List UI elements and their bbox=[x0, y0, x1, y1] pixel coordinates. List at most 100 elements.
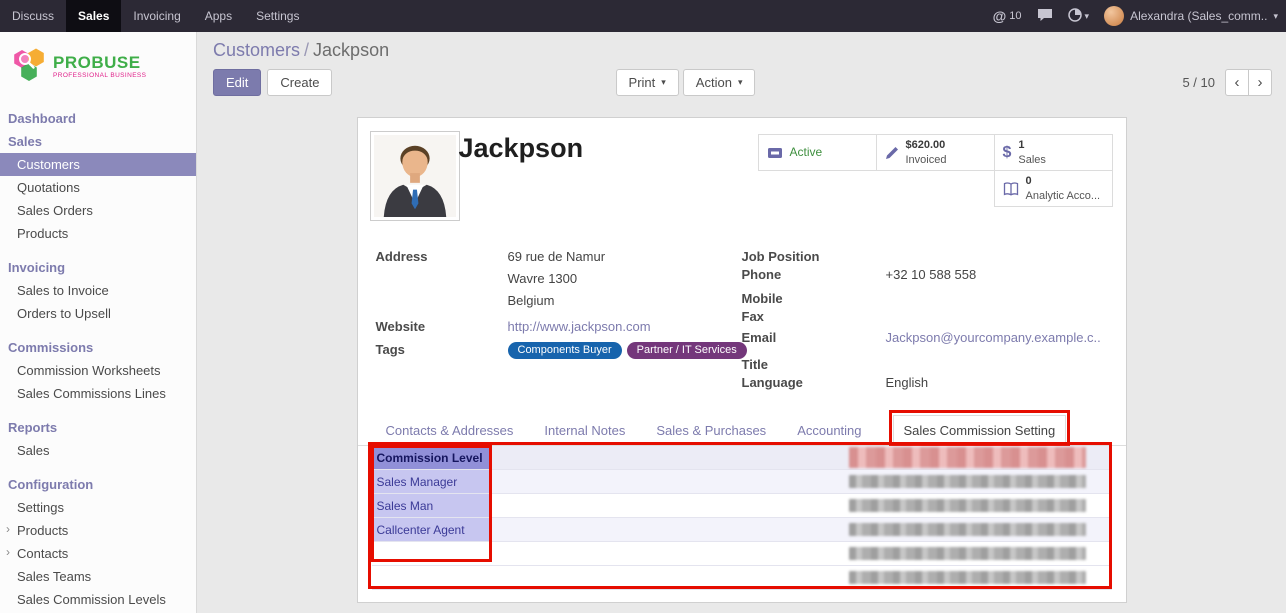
active-stat-button[interactable]: Active bbox=[758, 134, 877, 171]
notebook-tabs: Contacts & Addresses Internal Notes Sale… bbox=[358, 415, 1126, 446]
address-line: 69 rue de Namur bbox=[508, 249, 606, 264]
commission-level-table: Commission Level Sales Manager Sales Man… bbox=[372, 446, 1112, 590]
table-header-row: Commission Level bbox=[372, 446, 1112, 470]
row-redacted-area bbox=[490, 518, 1112, 541]
planner-pie-icon bbox=[1068, 8, 1082, 25]
create-button[interactable]: Create bbox=[267, 69, 332, 96]
invoiced-stat-button[interactable]: $620.00 Invoiced bbox=[876, 134, 995, 171]
logo-subtitle: PROFESSIONAL BUSINESS bbox=[53, 72, 146, 79]
sidebar-section-invoicing[interactable]: Invoicing bbox=[0, 256, 196, 279]
breadcrumb-separator: / bbox=[300, 40, 313, 60]
website-label: Website bbox=[376, 319, 508, 334]
tab-sales-purchases[interactable]: Sales & Purchases bbox=[656, 416, 766, 445]
print-dropdown-button[interactable]: Print ▾ bbox=[616, 69, 679, 96]
address-value: 69 rue de Namur Wavre 1300 Belgium bbox=[508, 249, 606, 315]
row-redacted-area bbox=[490, 470, 1112, 493]
sidebar-item-commission-worksheets[interactable]: Commission Worksheets bbox=[0, 359, 196, 382]
table-row-sales-manager[interactable]: Sales Manager bbox=[372, 470, 1112, 494]
sidebar-item-sales-to-invoice[interactable]: Sales to Invoice bbox=[0, 279, 196, 302]
sidebar-section-reports[interactable]: Reports bbox=[0, 416, 196, 439]
sidebar-section-configuration[interactable]: Configuration bbox=[0, 473, 196, 496]
chat-bubble-icon bbox=[1037, 8, 1053, 25]
sidebar-item-config-products[interactable]: › Products bbox=[0, 519, 196, 542]
address-line: Belgium bbox=[508, 293, 606, 308]
sidebar-item-customers[interactable]: Customers bbox=[0, 153, 196, 176]
analytic-accounts-stat-button[interactable]: 0 Analytic Acco... bbox=[994, 170, 1113, 207]
chevron-right-icon: › bbox=[1258, 74, 1263, 91]
menu-apps[interactable]: Apps bbox=[193, 0, 244, 32]
sales-stat-value: 1 bbox=[1018, 138, 1046, 152]
sidebar-item-reports-sales[interactable]: Sales bbox=[0, 439, 196, 462]
sidebar-item-config-contacts[interactable]: › Contacts bbox=[0, 542, 196, 565]
app-sidebar: PROBUSE PROFESSIONAL BUSINESS Dashboard … bbox=[0, 32, 197, 613]
sidebar-item-sales-orders[interactable]: Sales Orders bbox=[0, 199, 196, 222]
website-link[interactable]: http://www.jackpson.com bbox=[508, 319, 651, 334]
row-redacted-area bbox=[490, 542, 1112, 565]
sales-stat-label: Sales bbox=[1018, 153, 1046, 167]
tab-sales-commission-setting[interactable]: Sales Commission Setting bbox=[893, 415, 1067, 446]
sidebar-section-sales[interactable]: Sales bbox=[0, 130, 196, 153]
tab-internal-notes[interactable]: Internal Notes bbox=[544, 416, 625, 445]
main-menu: Discuss Sales Invoicing Apps Settings bbox=[0, 0, 311, 32]
breadcrumb-customers-link[interactable]: Customers bbox=[213, 40, 300, 60]
address-line: Wavre 1300 bbox=[508, 271, 606, 286]
probuse-logo: PROBUSE PROFESSIONAL BUSINESS bbox=[0, 32, 196, 107]
pager-previous-button[interactable]: ‹ bbox=[1225, 69, 1249, 96]
redacted-block bbox=[849, 523, 1086, 536]
sidebar-item-sales-commission-levels[interactable]: Sales Commission Levels bbox=[0, 588, 196, 611]
table-row-callcenter-agent[interactable]: Callcenter Agent bbox=[372, 518, 1112, 542]
mention-count-badge: 10 bbox=[1009, 10, 1021, 22]
user-name: Alexandra (Sales_comm.. bbox=[1130, 9, 1267, 23]
menu-invoicing[interactable]: Invoicing bbox=[121, 0, 192, 32]
sidebar-item-settings[interactable]: Settings bbox=[0, 496, 196, 519]
menu-discuss[interactable]: Discuss bbox=[0, 0, 66, 32]
sidebar-item-orders-to-upsell[interactable]: Orders to Upsell bbox=[0, 302, 196, 325]
main-content: Customers/ Jackpson Edit Create Print ▾ A… bbox=[197, 32, 1286, 613]
caret-down-icon: ▾ bbox=[1273, 11, 1278, 22]
sidebar-item-sales-teams[interactable]: Sales Teams bbox=[0, 565, 196, 588]
cell-commission-level: Sales Man bbox=[372, 494, 490, 517]
logo-title: PROBUSE bbox=[53, 54, 146, 72]
invoiced-stat-label: Invoiced bbox=[906, 153, 947, 167]
sales-stat-button[interactable]: $ 1 Sales bbox=[994, 134, 1113, 171]
header-redacted-area bbox=[490, 446, 1112, 469]
table-row-empty bbox=[372, 566, 1112, 590]
pager-next-button[interactable]: › bbox=[1248, 69, 1272, 96]
address-label: Address bbox=[376, 249, 508, 315]
redacted-block bbox=[849, 547, 1086, 560]
phone-label: Phone bbox=[742, 267, 886, 283]
sidebar-item-products[interactable]: Products bbox=[0, 222, 196, 245]
mentions-button[interactable]: @ 10 bbox=[993, 0, 1022, 32]
email-link[interactable]: Jackpson@yourcompany.example.c.. bbox=[886, 330, 1101, 346]
messages-button[interactable] bbox=[1037, 0, 1053, 32]
phone-value: +32 10 588 558 bbox=[886, 267, 977, 283]
tab-accounting[interactable]: Accounting bbox=[797, 416, 861, 445]
cell-commission-level: Sales Manager bbox=[372, 470, 490, 493]
pager-value: 5 / 10 bbox=[1182, 75, 1215, 90]
user-menu[interactable]: Alexandra (Sales_comm.. ▾ bbox=[1104, 6, 1278, 26]
stat-button-box: Active $620.00 Invoiced $ 1 Sales bbox=[756, 134, 1113, 206]
dollar-icon: $ bbox=[1003, 144, 1012, 162]
sidebar-section-commissions[interactable]: Commissions bbox=[0, 336, 196, 359]
planner-button[interactable]: ▾ bbox=[1068, 0, 1090, 32]
redacted-block bbox=[849, 447, 1086, 468]
redacted-block bbox=[849, 475, 1086, 488]
form-sheet: Jackpson Active $620.00 Invoiced bbox=[357, 117, 1127, 603]
topbar-systray: @ 10 ▾ Alexandra (Sales_comm.. ▾ bbox=[993, 0, 1286, 32]
action-label: Action bbox=[696, 75, 732, 90]
redacted-block bbox=[849, 499, 1086, 512]
sidebar-section-dashboard[interactable]: Dashboard bbox=[0, 107, 196, 130]
print-label: Print bbox=[629, 75, 656, 90]
edit-button[interactable]: Edit bbox=[213, 69, 261, 96]
table-row-sales-man[interactable]: Sales Man bbox=[372, 494, 1112, 518]
menu-settings[interactable]: Settings bbox=[244, 0, 311, 32]
sidebar-item-label: Products bbox=[17, 523, 68, 538]
action-dropdown-button[interactable]: Action ▾ bbox=[683, 69, 756, 96]
sidebar-item-quotations[interactable]: Quotations bbox=[0, 176, 196, 199]
sidebar-item-sales-commissions-lines[interactable]: Sales Commissions Lines bbox=[0, 382, 196, 405]
mobile-label: Mobile bbox=[742, 291, 886, 307]
page-title: Jackpson bbox=[459, 133, 584, 164]
cell-empty bbox=[372, 566, 490, 589]
tab-contacts-addresses[interactable]: Contacts & Addresses bbox=[386, 416, 514, 445]
menu-sales[interactable]: Sales bbox=[66, 0, 121, 32]
